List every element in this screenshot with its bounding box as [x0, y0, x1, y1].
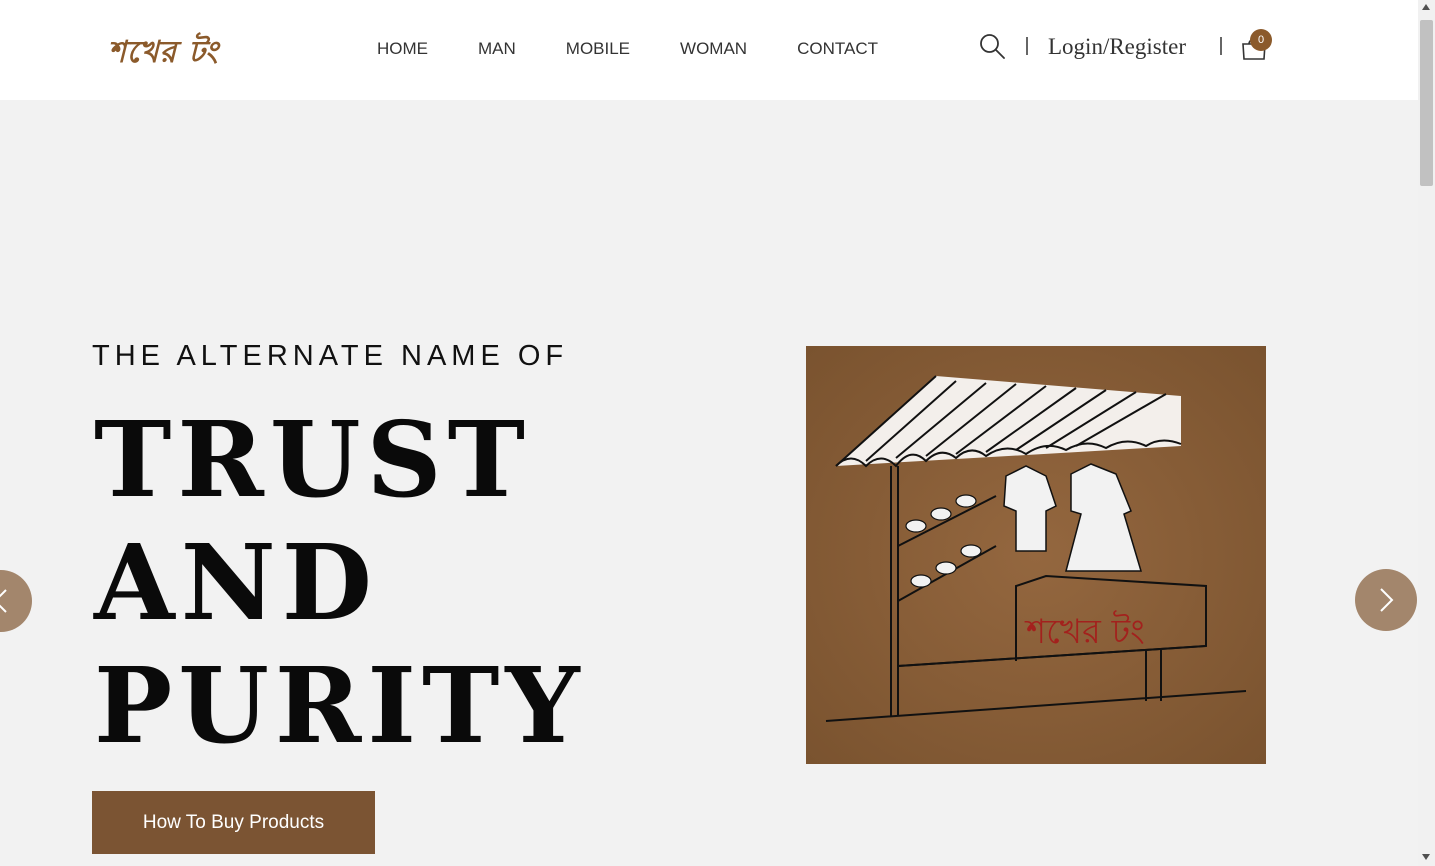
hero-subtitle: THE ALTERNATE NAME OF: [92, 340, 569, 372]
shop-sign-text: শখের টং: [1024, 610, 1145, 652]
nav-item-woman[interactable]: WOMAN: [680, 39, 747, 59]
scrollbar-thumb[interactable]: [1420, 20, 1433, 186]
login-register-link[interactable]: Login/Register: [1048, 34, 1186, 60]
hero-title-line: AND: [94, 521, 378, 644]
slider-next-button[interactable]: [1355, 569, 1417, 631]
page-scrollbar[interactable]: [1418, 0, 1435, 866]
hero-title-line: TRUST: [94, 398, 532, 521]
nav-item-man[interactable]: MAN: [478, 39, 516, 59]
nav-item-home[interactable]: HOME: [377, 39, 428, 59]
shop-stall-drawing: শখের টং: [806, 346, 1266, 764]
cart-count-badge: 0: [1250, 29, 1272, 51]
hero-shop-illustration: শখের টং: [806, 346, 1266, 764]
header-divider: [1026, 37, 1028, 55]
chevron-right-icon: [1380, 588, 1394, 612]
main-nav: HOME MAN MOBILE WOMAN CONTACT: [377, 39, 878, 59]
chevron-left-icon: [0, 589, 7, 613]
scroll-down-icon[interactable]: [1422, 854, 1430, 860]
hero-title: TRUST AND PURITY: [94, 398, 586, 767]
nav-item-contact[interactable]: CONTACT: [797, 39, 878, 59]
header-divider: [1220, 37, 1222, 55]
hero-title-line: PURITY: [94, 644, 586, 767]
slider-prev-button[interactable]: [0, 570, 32, 632]
site-logo[interactable]: শখের টং: [108, 28, 219, 79]
search-icon[interactable]: [979, 33, 1005, 59]
nav-item-mobile[interactable]: MOBILE: [566, 39, 630, 59]
site-header: শখের টং HOME MAN MOBILE WOMAN CONTACT Lo…: [0, 0, 1418, 100]
scroll-up-icon[interactable]: [1422, 4, 1430, 10]
how-to-buy-button[interactable]: How To Buy Products: [92, 791, 375, 854]
